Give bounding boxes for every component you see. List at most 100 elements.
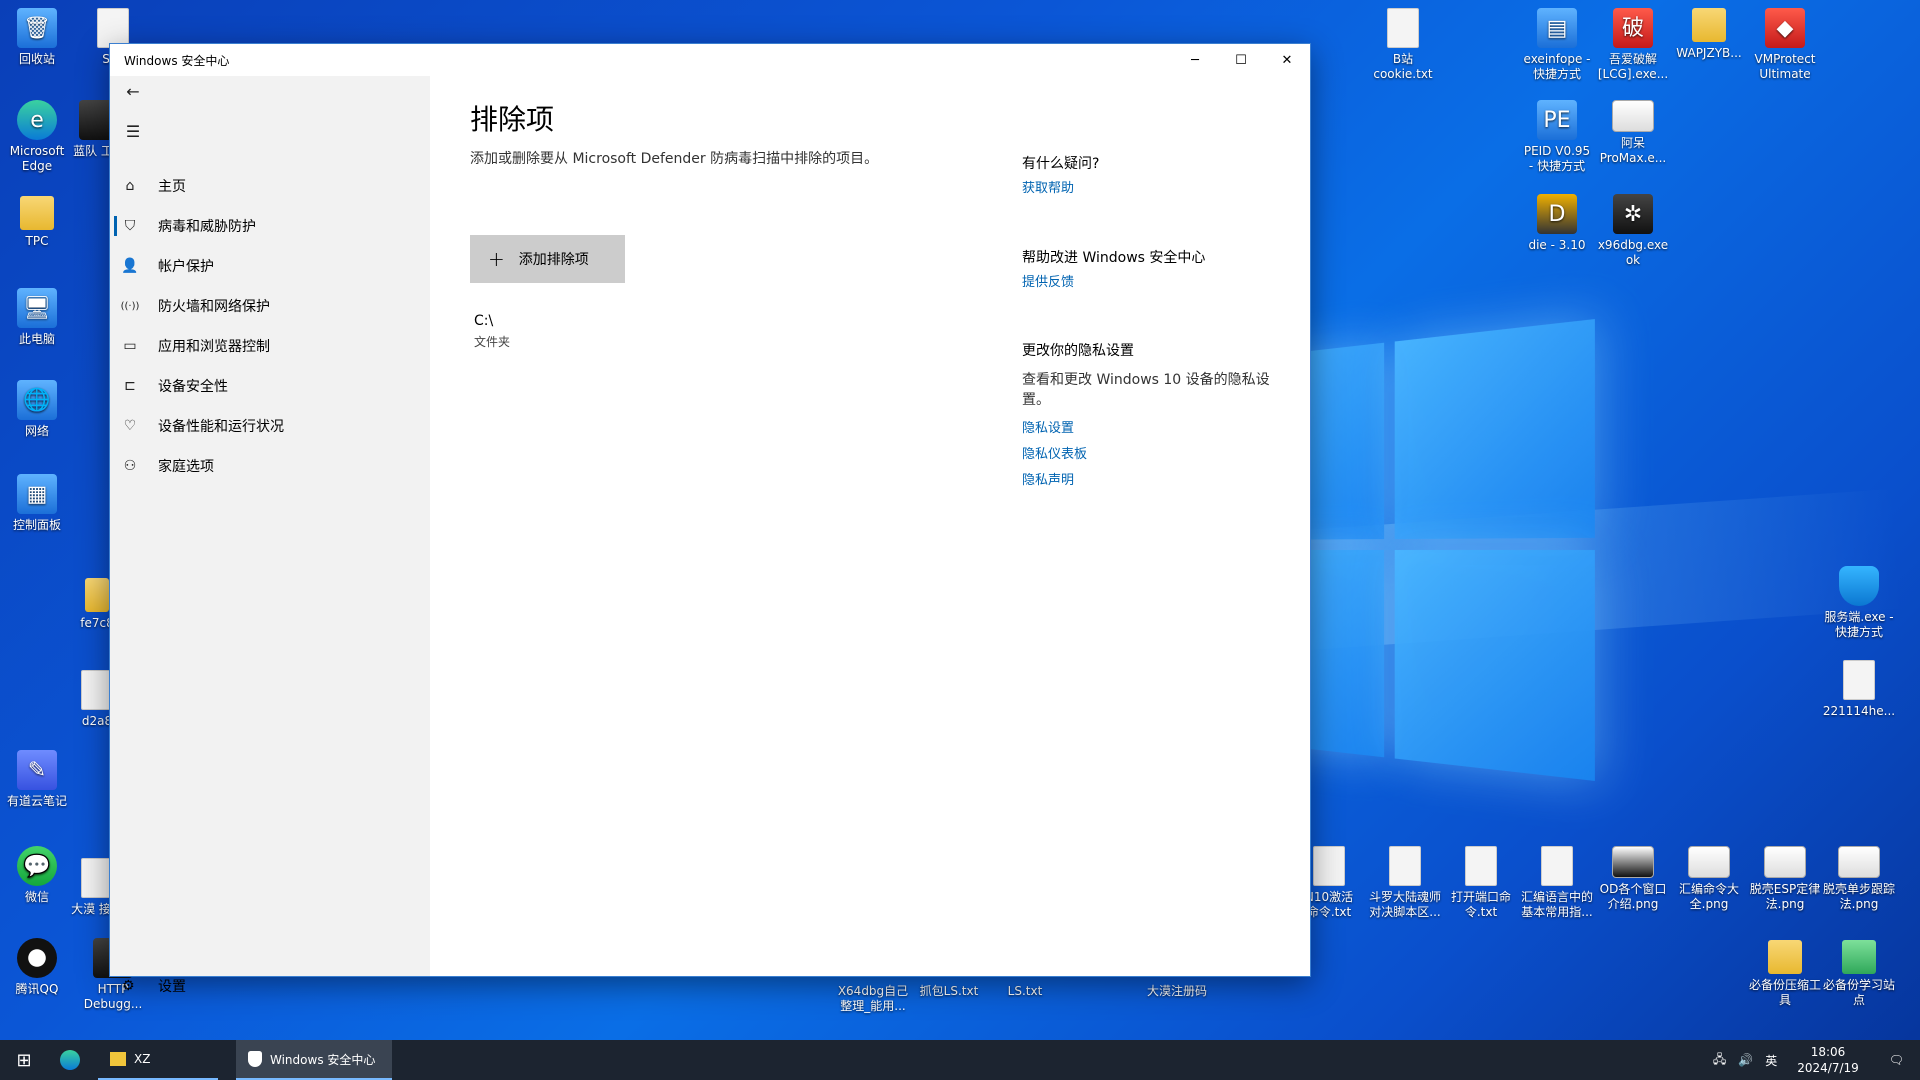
doc-icon	[1389, 846, 1421, 886]
taskbar-app-xz[interactable]: XZ	[98, 1040, 218, 1080]
desktop-icon-asm-commands[interactable]: 汇编命令大全.png	[1672, 846, 1746, 912]
windows-security-window: Windows 安全中心 ─ ☐ ✕ ← ☰ ⌂ 主页 ⛉ 病毒和威胁防护 👤 …	[110, 44, 1310, 995]
sidebar-item-home[interactable]: ⌂ 主页	[110, 166, 430, 206]
image-icon	[1688, 846, 1730, 878]
desktop-icon-wapjzyb[interactable]: WAPJZYB...	[1672, 8, 1746, 61]
desktop-icon-lcg[interactable]: 破 吾爱破解[LCG].exe...	[1596, 8, 1670, 82]
desktop-icon-capture-ls[interactable]: 抓包LS.txt	[912, 984, 986, 999]
hamburger-menu-icon[interactable]: ☰	[120, 118, 146, 144]
peid-icon: PE	[1537, 100, 1577, 140]
desktop-icon-ls-txt[interactable]: LS.txt	[988, 984, 1062, 999]
improve-heading: 帮助改进 Windows 安全中心	[1022, 250, 1206, 266]
app-icon	[81, 858, 113, 898]
folder-icon	[1768, 940, 1802, 974]
control-panel-icon: ▦	[17, 474, 57, 514]
network-icon[interactable]: 🖧	[1707, 1050, 1732, 1071]
desktop-icon-od-windows[interactable]: OD各个窗口介绍.png	[1596, 846, 1670, 912]
sidebar-item-label: 设置	[158, 979, 186, 995]
desktop-icon-control-panel[interactable]: ▦ 控制面板	[0, 474, 74, 533]
taskbar-app-windows-security[interactable]: Windows 安全中心	[236, 1040, 392, 1080]
desktop-icon-exeinfope[interactable]: ▤ exeinfope - 快捷方式	[1520, 8, 1594, 82]
get-help-link[interactable]: 获取帮助	[1022, 177, 1074, 196]
desktop-icon-this-pc[interactable]: 🖥 此电脑	[0, 288, 74, 347]
clock-time: 18:06	[1810, 1045, 1846, 1059]
desktop-icon-vmprotect[interactable]: ◆ VMProtect Ultimate	[1748, 8, 1822, 82]
desktop-icon-die[interactable]: D die - 3.10	[1520, 194, 1594, 253]
desktop-icon-qq[interactable]: 腾讯QQ	[0, 938, 74, 997]
back-arrow-icon[interactable]: ←	[120, 78, 146, 104]
sidebar-item-label: 应用和浏览器控制	[158, 339, 270, 355]
image-icon	[1764, 846, 1806, 878]
sidebar-item-family-options[interactable]: ⚇ 家庭选项	[110, 446, 430, 486]
desktop-icon-single-step[interactable]: 脱壳单步跟踪法.png	[1822, 846, 1896, 912]
desktop-icon-promax[interactable]: 阿呆 ProMax.e...	[1596, 100, 1670, 166]
desktop-icon-network[interactable]: 🌐 网络	[0, 380, 74, 439]
clock-date: 2024/7/19	[1797, 1061, 1859, 1075]
recycle-bin-icon: 🗑	[17, 8, 57, 48]
sidebar-item-firewall[interactable]: ((·)) 防火墙和网络保护	[110, 286, 430, 326]
network-icon: 🌐	[17, 380, 57, 420]
sidebar-item-app-browser-control[interactable]: ▭ 应用和浏览器控制	[110, 326, 430, 366]
privacy-dashboard-link[interactable]: 隐私仪表板	[1022, 443, 1087, 462]
sidebar-item-label: 防火墙和网络保护	[158, 299, 270, 315]
sidebar-item-label: 设备性能和运行状况	[158, 419, 284, 435]
desktop-icon-compress-tools[interactable]: 必备份压缩工具	[1748, 940, 1822, 1008]
sidebar-item-account-protection[interactable]: 👤 帐户保护	[110, 246, 430, 286]
desktop-icon-open-port[interactable]: 打开端口命令.txt	[1444, 846, 1518, 920]
volume-icon[interactable]: 🔊	[1732, 1053, 1759, 1067]
desktop-icon-recycle-bin[interactable]: 🗑 回收站	[0, 8, 74, 67]
title-bar[interactable]: Windows 安全中心 ─ ☐ ✕	[110, 44, 1310, 76]
app-icon	[1612, 100, 1654, 132]
add-exclusion-button[interactable]: + 添加排除项	[470, 235, 625, 283]
doc-icon	[1843, 660, 1875, 700]
ime-indicator[interactable]: 英	[1759, 1052, 1783, 1069]
laptop-icon: ⊏	[124, 378, 136, 394]
desktop-icon-youdao[interactable]: ✎ 有道云笔记	[0, 750, 74, 809]
desktop-icon-asm-basic[interactable]: 汇编语言中的基本常用指...	[1520, 846, 1594, 920]
taskbar: ⊞ XZ Windows 安全中心 🖧 🔊 英 18:06 2024/7/19 …	[0, 1040, 1920, 1080]
shield-icon: ⛉	[124, 218, 136, 234]
sidebar-item-device-performance[interactable]: ♡ 设备性能和运行状况	[110, 406, 430, 446]
x96dbg-icon: ✲	[1613, 194, 1653, 234]
privacy-statement-link[interactable]: 隐私声明	[1022, 469, 1074, 488]
heart-icon: ♡	[123, 418, 137, 434]
desktop-icon-study-sites[interactable]: 必备份学习站点	[1822, 940, 1896, 1008]
doc-icon	[1387, 8, 1419, 48]
edge-icon	[60, 1050, 80, 1070]
minimize-button[interactable]: ─	[1172, 44, 1218, 76]
close-button[interactable]: ✕	[1264, 44, 1310, 76]
desktop-icon-dm-regcode[interactable]: 大漠注册码	[1140, 984, 1214, 999]
edge-icon: e	[17, 100, 57, 140]
sidebar-item-settings[interactable]: ⚙ 设置	[110, 966, 430, 1006]
wireless-icon: ((·))	[120, 300, 140, 312]
lcg-icon: 破	[1613, 8, 1653, 48]
notification-icon[interactable]: 🗨	[1873, 1053, 1920, 1067]
privacy-settings-link[interactable]: 隐私设置	[1022, 417, 1074, 436]
maximize-button[interactable]: ☐	[1218, 44, 1264, 76]
sidebar-item-label: 病毒和威胁防护	[158, 219, 256, 235]
page-description: 添加或删除要从 Microsoft Defender 防病毒扫描中排除的项目。	[470, 151, 879, 167]
doc-icon	[1313, 846, 1345, 886]
desktop-icon-esp-law[interactable]: 脱壳ESP定律法.png	[1748, 846, 1822, 912]
desktop-icon-peid[interactable]: PE PEID V0.95 - 快捷方式	[1520, 100, 1594, 174]
desktop-icon-x64dbg-notes[interactable]: X64dbg自己整理_能用...	[836, 984, 910, 1014]
desktop-icon-x96dbg[interactable]: ✲ x96dbg.exe ok	[1596, 194, 1670, 268]
person-icon: 👤	[121, 258, 139, 274]
desktop-icon-tpc[interactable]: TPC	[0, 196, 74, 249]
tpc-icon	[20, 196, 54, 230]
sidebar-item-virus-protection[interactable]: ⛉ 病毒和威胁防护	[110, 206, 430, 246]
desktop-icon-221114he[interactable]: 221114he...	[1822, 660, 1896, 719]
sidebar-item-label: 家庭选项	[158, 459, 214, 475]
clock[interactable]: 18:06 2024/7/19	[1783, 1044, 1873, 1076]
start-button[interactable]: ⊞	[0, 1040, 48, 1080]
desktop-icon-server-exe[interactable]: 服务端.exe - 快捷方式	[1822, 566, 1896, 640]
youdao-icon: ✎	[17, 750, 57, 790]
shield-icon	[248, 1051, 262, 1067]
desktop-icon-douluo-script[interactable]: 斗罗大陆魂师对决脚本区...	[1368, 846, 1442, 920]
desktop-icon-bilibili-cookie[interactable]: B站 cookie.txt	[1366, 8, 1440, 82]
sidebar-item-device-security[interactable]: ⊏ 设备安全性	[110, 366, 430, 406]
doc-icon	[1465, 846, 1497, 886]
feedback-link[interactable]: 提供反馈	[1022, 271, 1074, 290]
exclusion-item-path[interactable]: C:\	[474, 313, 493, 329]
taskbar-app-edge[interactable]	[48, 1040, 98, 1080]
